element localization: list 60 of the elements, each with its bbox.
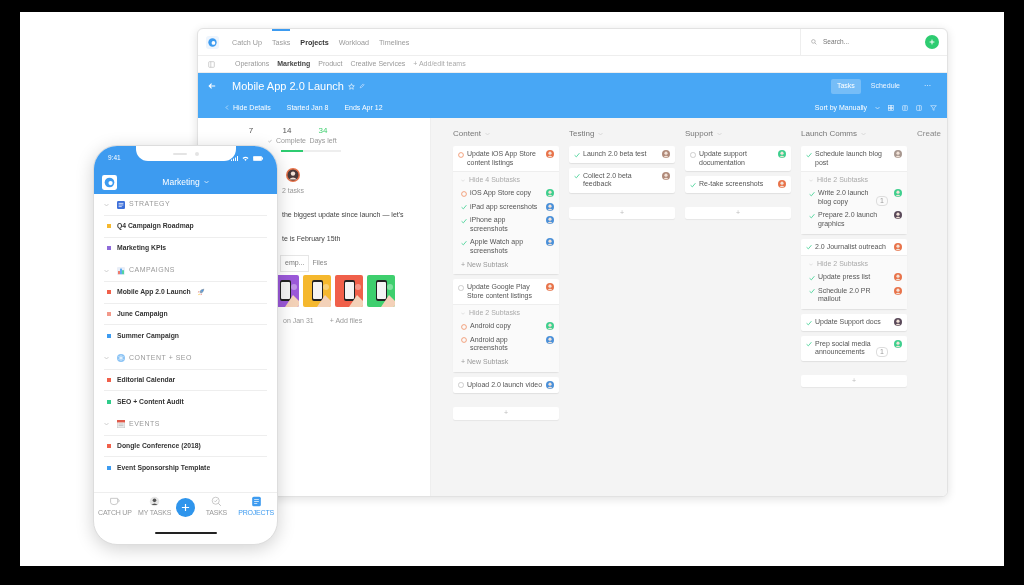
snowflake-icon	[117, 354, 125, 362]
avatar-icon	[286, 167, 300, 182]
check-icon[interactable]	[806, 151, 812, 158]
battery-icon	[253, 155, 263, 161]
add-button[interactable]	[925, 35, 939, 49]
grid-icon[interactable]	[888, 104, 894, 111]
calendar-icon	[117, 420, 125, 428]
project-title: Mobile App 2.0 Launch	[232, 79, 344, 94]
cup-icon	[109, 496, 121, 508]
check-icon[interactable]	[806, 341, 812, 347]
sidebar-icon[interactable]	[208, 60, 215, 68]
chevron-icon[interactable]	[104, 268, 109, 273]
status-circle-icon[interactable]	[458, 151, 464, 158]
filter-icon[interactable]	[930, 104, 937, 111]
board-icon	[117, 200, 125, 209]
check-icon[interactable]	[690, 181, 696, 188]
search-icon	[811, 39, 817, 45]
status-circle-icon[interactable]	[461, 190, 467, 197]
add-button[interactable]	[176, 498, 195, 517]
search-icon	[210, 496, 222, 508]
check-icon[interactable]	[574, 173, 580, 179]
check-icon[interactable]	[461, 239, 467, 246]
column-title: Launch Comms	[801, 128, 858, 140]
plus-icon	[181, 503, 190, 512]
stat-value: 14	[281, 126, 293, 136]
status-circle-icon[interactable]	[461, 337, 467, 343]
check-icon[interactable]	[809, 212, 815, 219]
checkbox-icon[interactable]	[690, 151, 696, 158]
logo-icon[interactable]	[206, 35, 219, 49]
column-title: Testing	[569, 128, 595, 140]
plus-icon	[929, 39, 935, 45]
check-icon[interactable]	[574, 151, 580, 158]
create-column-link[interactable]: Create	[917, 128, 941, 140]
signal-icon	[231, 155, 238, 161]
check-icon[interactable]	[806, 244, 812, 250]
check-icon[interactable]	[809, 190, 815, 197]
chevron-left-icon	[225, 105, 229, 111]
check-icon[interactable]	[461, 204, 467, 210]
checkbox-icon[interactable]	[458, 382, 464, 388]
status-circle-icon[interactable]	[461, 323, 467, 330]
check-icon[interactable]	[806, 319, 812, 326]
stat-value: 7	[247, 126, 255, 136]
projects-icon	[250, 496, 262, 508]
panel-icon[interactable]	[916, 104, 922, 111]
checkbox-icon[interactable]	[458, 284, 464, 291]
check-icon[interactable]	[809, 274, 815, 281]
back-arrow-icon[interactable]	[208, 82, 216, 91]
column-title: Content	[453, 128, 482, 140]
column-title: Support	[685, 128, 714, 140]
stat-value: 34	[317, 126, 329, 136]
wifi-icon	[242, 155, 249, 161]
star-icon[interactable]	[347, 82, 355, 90]
bar-chart-icon	[117, 266, 125, 275]
pencil-icon[interactable]	[358, 83, 365, 90]
chevron-icon[interactable]	[104, 202, 109, 207]
home-indicator	[154, 532, 217, 534]
avatar-icon	[149, 496, 161, 508]
check-icon[interactable]	[809, 288, 815, 294]
logo-icon[interactable]	[102, 174, 117, 190]
check-icon[interactable]	[461, 217, 467, 224]
